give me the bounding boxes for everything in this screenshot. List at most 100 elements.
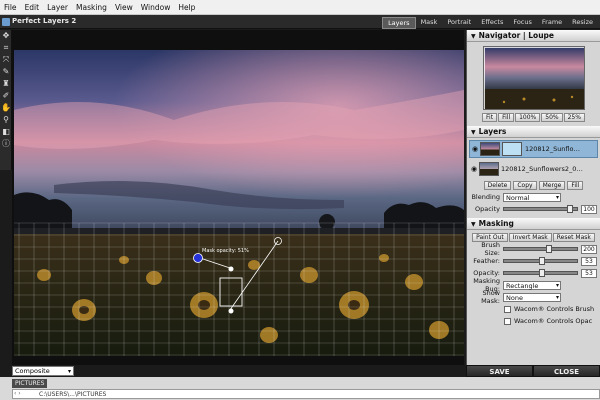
- zoom-50-button[interactable]: 50%: [541, 113, 563, 122]
- mask-opacity-slider[interactable]: [503, 269, 578, 277]
- zoom-fit-button[interactable]: Fit: [482, 113, 498, 122]
- tab-portrait[interactable]: Portrait: [442, 17, 476, 29]
- tab-layers[interactable]: Layers: [382, 17, 416, 29]
- zoom-icon[interactable]: ⚲: [0, 114, 12, 126]
- wacom-brush-checkbox[interactable]: [504, 305, 511, 313]
- layer-buttons: Delete Copy Merge Fill: [467, 181, 600, 190]
- menu-layer[interactable]: Layer: [43, 3, 72, 12]
- show-mask-row: Show Mask: None: [470, 289, 597, 305]
- mode-tabs: Layers Mask Portrait Effects Focus Frame…: [382, 17, 598, 29]
- fill-layer-button[interactable]: Fill: [567, 181, 584, 190]
- app-title: Perfect Layers 2: [12, 17, 77, 25]
- save-button[interactable]: SAVE: [466, 365, 533, 377]
- layer-opacity-value[interactable]: 100: [581, 204, 597, 214]
- menu-edit[interactable]: Edit: [21, 3, 44, 12]
- brush-size-row: Brush Size: 200: [470, 241, 597, 257]
- copy-layer-button[interactable]: Copy: [513, 181, 537, 190]
- layer-mask-thumbnail[interactable]: [502, 142, 522, 156]
- blending-label: Blending: [471, 193, 500, 201]
- delete-layer-button[interactable]: Delete: [483, 181, 512, 190]
- collapse-triangle-icon[interactable]: ▼: [471, 129, 476, 136]
- feather-value[interactable]: 53: [581, 256, 597, 266]
- layer-item-bottom[interactable]: ◉ 120812_Sunflowers2_0…: [469, 160, 598, 178]
- eye-icon[interactable]: ◉: [470, 145, 480, 153]
- path-bar[interactable]: C:\USERS\...\PICTURES: [12, 389, 600, 399]
- move-icon[interactable]: ✥: [0, 30, 12, 42]
- reset-mask-button[interactable]: Reset Mask: [552, 233, 595, 242]
- layers-title: Layers: [478, 127, 507, 136]
- wacom-opacity-label: Wacom® Controls Opac: [514, 317, 593, 325]
- close-button[interactable]: CLOSE: [533, 365, 600, 377]
- photo-canvas[interactable]: Mask opacity: 51%: [14, 50, 464, 356]
- blending-row: Blending Normal: [470, 192, 597, 202]
- path-nav-arrows[interactable]: ‹ ›: [14, 389, 21, 399]
- zoom-100-button[interactable]: 100%: [515, 113, 541, 122]
- hand-icon[interactable]: ✋: [0, 102, 12, 114]
- action-bar: SAVE CLOSE: [466, 365, 600, 377]
- masking-header[interactable]: ▼ Masking: [467, 218, 600, 230]
- wacom-brush-label: Wacom® Controls Brush: [514, 305, 595, 313]
- wacom-brush-row: Wacom® Controls Brush: [470, 304, 597, 314]
- layers-header[interactable]: ▼ Layers: [467, 126, 600, 138]
- layer-opacity-row: Opacity 100: [470, 204, 597, 214]
- view-mode-select[interactable]: Composite: [12, 366, 74, 376]
- tab-frame[interactable]: Frame: [537, 17, 567, 29]
- menu-file[interactable]: File: [0, 3, 21, 12]
- layer-opacity-slider[interactable]: [503, 205, 578, 213]
- merge-layer-button[interactable]: Merge: [538, 181, 566, 190]
- slider-knob[interactable]: [566, 205, 573, 213]
- invert-mask-button[interactable]: Invert Mask: [508, 233, 552, 242]
- slider-knob[interactable]: [539, 257, 546, 265]
- info-icon[interactable]: ⓘ: [0, 138, 12, 150]
- menu-masking[interactable]: Masking: [72, 3, 111, 12]
- feather-label: Feather:: [473, 257, 500, 265]
- layer-thumbnail: [479, 162, 499, 176]
- wacom-opacity-row: Wacom® Controls Opac: [470, 316, 597, 326]
- brush-size-value[interactable]: 200: [581, 244, 597, 254]
- menu-help[interactable]: Help: [174, 3, 199, 12]
- tab-resize[interactable]: Resize: [567, 17, 598, 29]
- layer-name: 120812_Sunflowers2_0…: [501, 165, 583, 173]
- navigator-thumbnail[interactable]: [482, 46, 585, 110]
- app-logo-icon: [2, 18, 10, 26]
- wacom-opacity-checkbox[interactable]: [504, 317, 511, 325]
- navigator-title[interactable]: Navigator: [479, 31, 521, 40]
- tab-focus[interactable]: Focus: [508, 17, 537, 29]
- menu-view[interactable]: View: [111, 3, 137, 12]
- layer-item-top[interactable]: ◉ 120812_Sunflo…: [469, 140, 598, 158]
- navigator-header[interactable]: ▼ Navigator | Loupe: [467, 30, 600, 42]
- file-browser: PICTURES C:\USERS\...\PICTURES ‹ ›: [0, 377, 600, 400]
- loupe-title[interactable]: Loupe: [528, 31, 554, 40]
- mask-opacity-label: Opacity:: [473, 269, 500, 277]
- retouch-icon[interactable]: ✐: [0, 90, 12, 102]
- collapse-triangle-icon[interactable]: ▼: [471, 33, 476, 40]
- crop-icon[interactable]: ⌗: [0, 42, 12, 54]
- tab-mask[interactable]: Mask: [416, 17, 443, 29]
- zoom-25-button[interactable]: 25%: [563, 113, 585, 122]
- right-panel: ▼ Navigator | Loupe Fit Fill 100% 50% 25%: [466, 30, 600, 365]
- feather-slider[interactable]: [503, 257, 578, 265]
- collapse-triangle-icon[interactable]: ▼: [471, 221, 476, 228]
- pictures-tab[interactable]: PICTURES: [12, 379, 48, 388]
- brush-size-label: Brush Size:: [481, 241, 500, 257]
- app-header: Perfect Layers 2 Layers Mask Portrait Ef…: [0, 15, 600, 29]
- menu-window[interactable]: Window: [137, 3, 175, 12]
- zoom-fill-button[interactable]: Fill: [498, 113, 515, 122]
- feather-row: Feather: 53: [470, 256, 597, 266]
- masking-bug-select[interactable]: Rectangle: [503, 280, 561, 290]
- transform-icon[interactable]: ⤧: [0, 54, 12, 66]
- eye-icon[interactable]: ◉: [469, 165, 479, 173]
- show-mask-label: Show Mask:: [481, 289, 500, 305]
- tab-effects[interactable]: Effects: [476, 17, 508, 29]
- slider-knob[interactable]: [539, 269, 546, 277]
- brush-icon[interactable]: ✎: [0, 66, 12, 78]
- blending-select[interactable]: Normal: [503, 192, 561, 202]
- layer-thumbnail: [480, 142, 500, 156]
- tool-bar: ✥ ⌗ ⤧ ✎ ♜ ✐ ✋ ⚲ ◧ ⓘ: [0, 30, 12, 170]
- mask-opacity-value[interactable]: 53: [581, 268, 597, 278]
- slider-knob[interactable]: [546, 245, 553, 253]
- brush-size-slider[interactable]: [503, 245, 578, 253]
- masking-brush-icon[interactable]: ♜: [0, 78, 12, 90]
- show-mask-select[interactable]: None: [503, 292, 561, 302]
- compare-icon[interactable]: ◧: [0, 126, 12, 138]
